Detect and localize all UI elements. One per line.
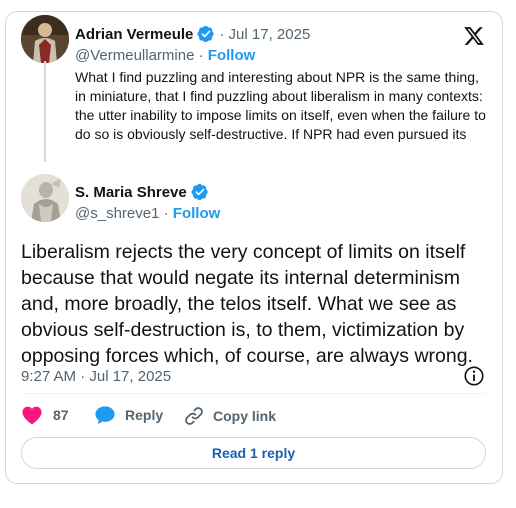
follow-button[interactable]: Follow bbox=[208, 47, 256, 64]
divider bbox=[21, 393, 486, 394]
like-button[interactable]: 87 bbox=[21, 405, 69, 425]
verified-badge-icon bbox=[197, 25, 215, 43]
like-count: 87 bbox=[53, 407, 69, 423]
copy-link-label: Copy link bbox=[213, 408, 277, 424]
post-handle-row: @s_shreve1 · Follow bbox=[75, 205, 220, 222]
separator-dot: · bbox=[163, 205, 169, 222]
quoted-handle-row: @Vermeullarmine · Follow bbox=[75, 47, 255, 64]
quoted-post-text: What I find puzzling and interesting abo… bbox=[75, 69, 486, 142]
quoted-handle[interactable]: @Vermeullarmine bbox=[75, 47, 194, 64]
reply-bubble-icon bbox=[95, 406, 115, 425]
copy-link-button[interactable]: Copy link bbox=[183, 405, 276, 427]
post-timestamp[interactable]: 9:27 AM · Jul 17, 2025 bbox=[21, 368, 171, 385]
avatar[interactable] bbox=[21, 15, 69, 63]
follow-button[interactable]: Follow bbox=[173, 205, 221, 222]
x-logo-icon[interactable] bbox=[463, 25, 485, 47]
read-replies-button[interactable]: Read 1 reply bbox=[21, 437, 486, 469]
post-handle[interactable]: @s_shreve1 bbox=[75, 205, 159, 222]
post-author-name[interactable]: S. Maria Shreve bbox=[75, 184, 187, 201]
reply-label: Reply bbox=[125, 407, 164, 423]
quoted-author-row: Adrian Vermeule · Jul 17, 2025 bbox=[75, 25, 310, 43]
post-text: Liberalism rejects the very concept of l… bbox=[21, 241, 473, 367]
verified-badge-icon bbox=[191, 183, 208, 201]
avatar-portrait-image bbox=[21, 15, 69, 63]
quoted-author-name[interactable]: Adrian Vermeule bbox=[75, 26, 193, 43]
heart-icon bbox=[22, 406, 42, 425]
quoted-date[interactable]: · Jul 17, 2025 bbox=[219, 26, 310, 43]
reply-button[interactable]: Reply bbox=[94, 405, 163, 425]
link-icon bbox=[185, 407, 203, 425]
avatar[interactable] bbox=[21, 174, 69, 222]
info-icon[interactable] bbox=[463, 365, 485, 387]
avatar-statue-image bbox=[21, 174, 69, 222]
separator-dot: · bbox=[198, 47, 204, 64]
post-author-row: S. Maria Shreve bbox=[75, 183, 209, 201]
thread-connector-line bbox=[44, 61, 46, 162]
